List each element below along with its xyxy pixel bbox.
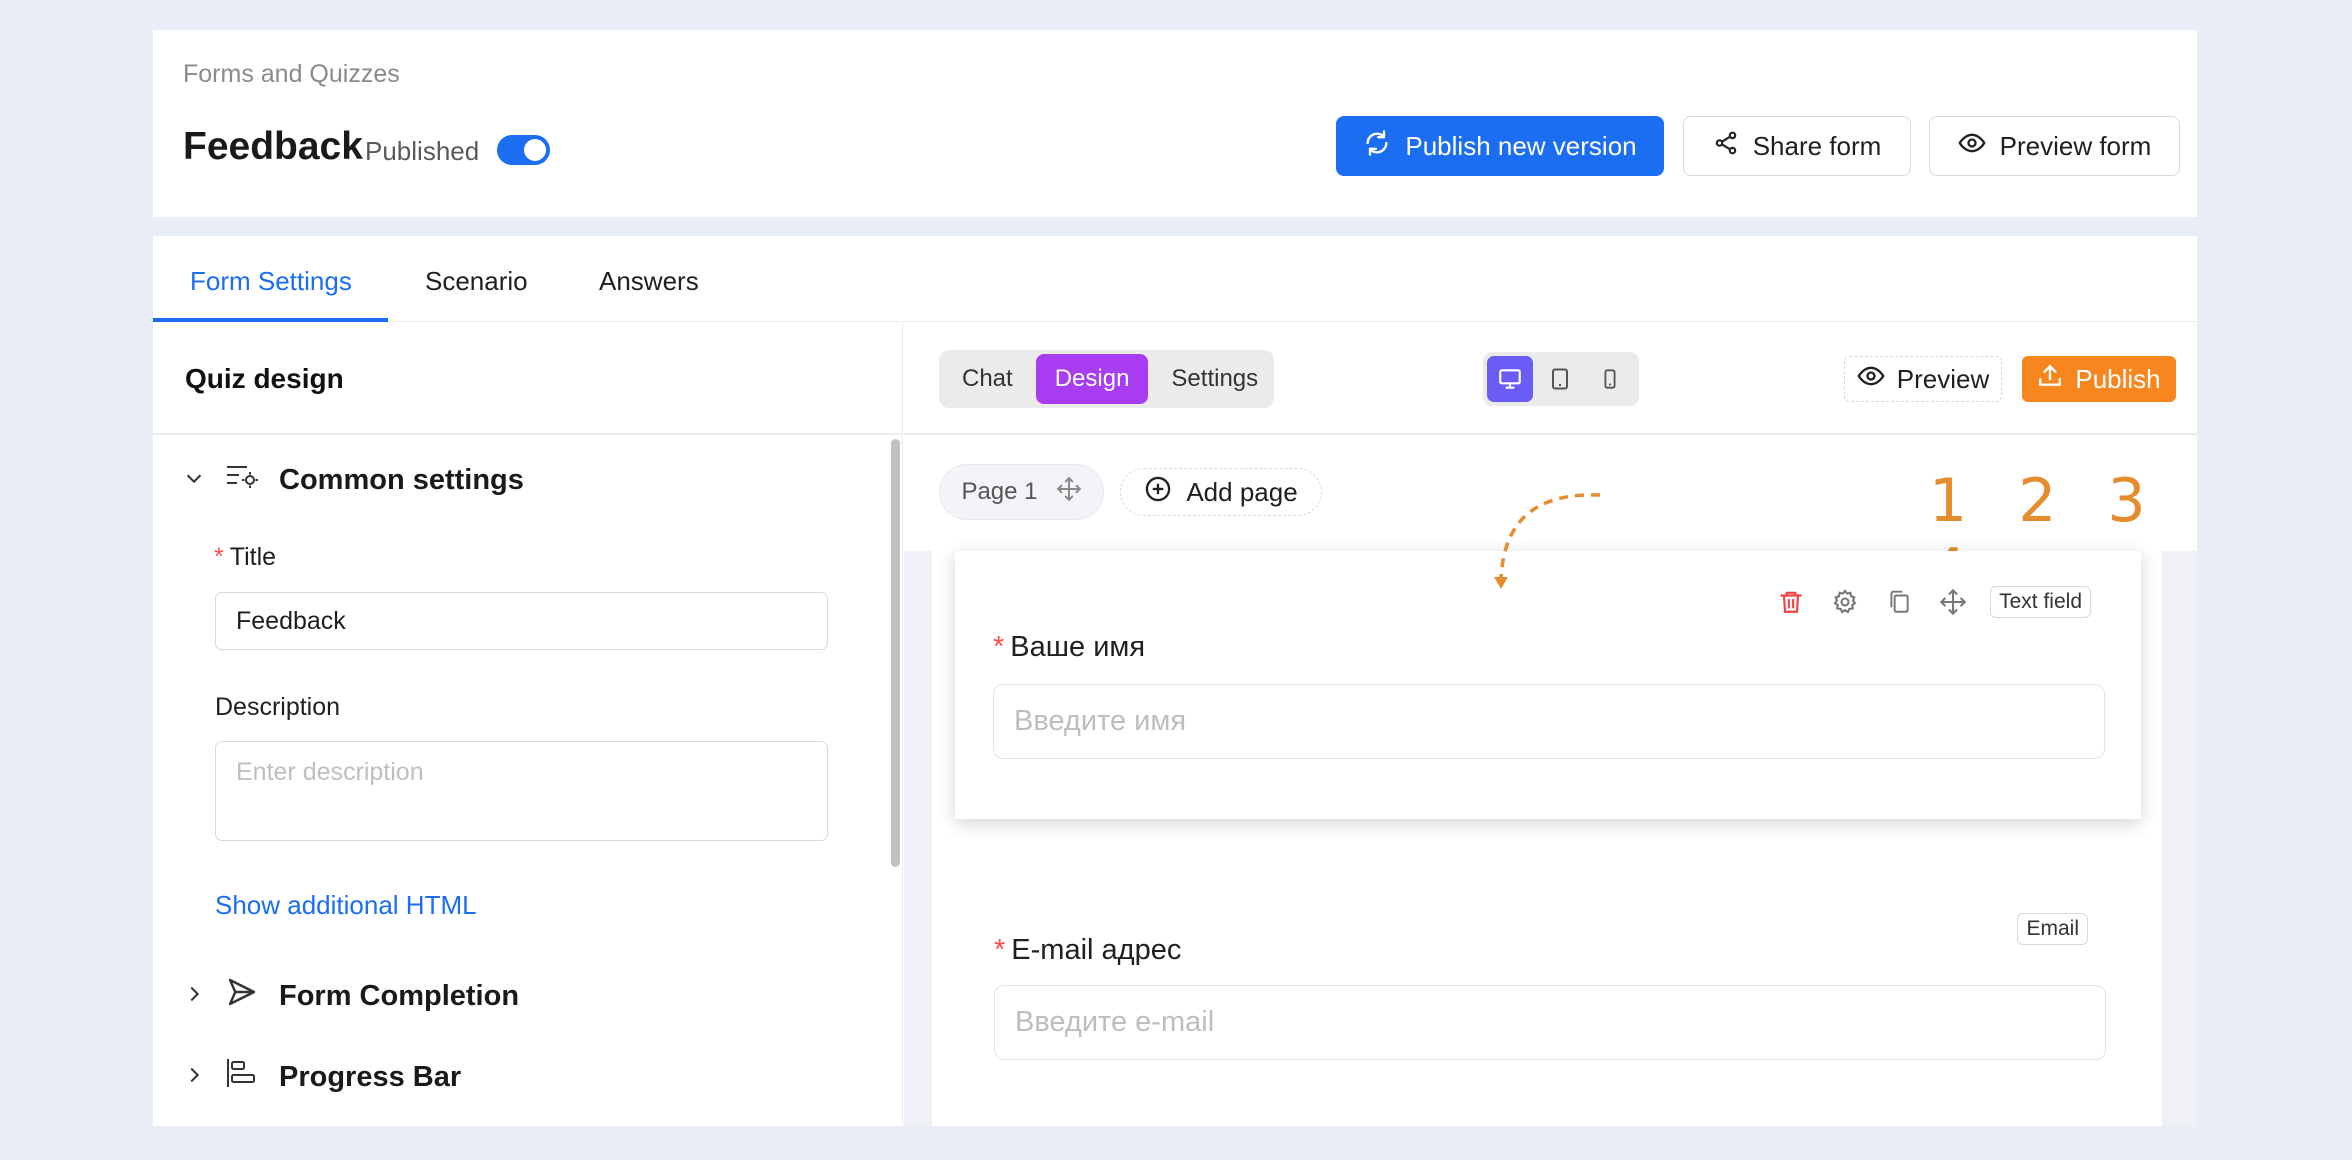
chevron-down-icon <box>183 464 205 497</box>
quiz-design-title: Quiz design <box>185 363 344 394</box>
add-page-button[interactable]: Add page <box>1120 468 1322 516</box>
form-completion-label: Form Completion <box>279 979 520 1012</box>
settings-list-icon <box>225 461 259 499</box>
device-switch <box>1483 352 1639 406</box>
annotation-arrow <box>1494 493 1601 589</box>
field-toolbar: Text field <box>1774 585 2091 619</box>
email-input[interactable]: Введите e-mail <box>994 985 2106 1060</box>
plus-circle-icon <box>1144 475 1172 510</box>
move-icon[interactable] <box>1056 476 1082 509</box>
name-input[interactable]: Введите имя <box>993 684 2105 759</box>
email-question-text: E-mail адрес <box>1011 934 1182 966</box>
publish-new-version-button[interactable]: Publish new version <box>1336 116 1664 176</box>
field-type-tag: Email <box>2017 913 2088 945</box>
share-form-button[interactable]: Share form <box>1683 116 1911 176</box>
description-textarea[interactable]: Enter description <box>215 741 828 841</box>
divider <box>153 433 903 435</box>
email-question-label: * E-mail адрес <box>994 934 1181 967</box>
tab-scenario[interactable]: Scenario <box>425 266 528 297</box>
field-type-tag: Text field <box>1990 586 2091 618</box>
scrollbar[interactable] <box>891 439 900 867</box>
preview-form-button[interactable]: Preview form <box>1929 116 2180 176</box>
breadcrumb[interactable]: Forms and Quizzes <box>183 60 400 89</box>
page-tab-label: Page 1 <box>961 478 1038 505</box>
divider <box>904 433 2197 435</box>
share-form-label: Share form <box>1752 130 1882 161</box>
progress-bar-header[interactable]: Progress Bar <box>183 1057 461 1097</box>
mode-switch: Chat Design Settings <box>939 350 1274 408</box>
form-completion-header[interactable]: Form Completion <box>183 976 519 1016</box>
mobile-icon[interactable] <box>1587 356 1633 402</box>
eye-icon <box>1958 129 1986 164</box>
published-label: Published <box>365 136 480 166</box>
show-additional-html-link[interactable]: Show additional HTML <box>215 890 477 921</box>
mode-design[interactable]: Design <box>1035 354 1149 404</box>
common-settings-header[interactable]: Common settings <box>183 461 524 499</box>
title-label: * Title <box>214 543 276 572</box>
description-label: Description <box>215 693 341 721</box>
refresh-icon <box>1363 129 1391 164</box>
required-mark: * <box>214 543 224 571</box>
mode-chat[interactable]: Chat <box>943 354 1032 404</box>
copy-icon[interactable] <box>1882 585 1916 619</box>
chevron-right-icon <box>183 1061 205 1094</box>
title-input[interactable]: Feedback <box>215 592 828 650</box>
left-settings-panel: Quiz design Common settings * Title Feedb… <box>153 323 903 1126</box>
publish-label: Publish <box>2075 363 2161 394</box>
page-title: Feedback <box>183 125 363 168</box>
header-card: Forms and Quizzes Feedback Published Pub… <box>153 30 2197 217</box>
common-settings-label: Common settings <box>279 463 524 496</box>
trash-icon[interactable] <box>1774 585 1808 619</box>
mode-settings[interactable]: Settings <box>1152 354 1277 404</box>
tablet-icon[interactable] <box>1537 356 1583 402</box>
editor-panel: Chat Design Settings Preview Publish Pag… <box>904 323 2197 1126</box>
tab-answers[interactable]: Answers <box>599 266 699 297</box>
move-icon[interactable] <box>1936 585 1970 619</box>
required-mark: * <box>993 631 1005 663</box>
progress-bar-label: Progress Bar <box>279 1060 462 1093</box>
desktop-icon[interactable] <box>1487 356 1533 402</box>
preview-label: Preview <box>1896 363 1990 394</box>
form-canvas: Email * E-mail адрес Введите e-mail Text… <box>904 551 2197 1126</box>
toggle-knob <box>524 139 546 161</box>
preview-button[interactable]: Preview <box>1844 356 2002 402</box>
tabs-bar: Form Settings Scenario Answers <box>153 236 2197 322</box>
gear-icon[interactable] <box>1828 585 1862 619</box>
send-icon <box>225 976 259 1016</box>
published-toggle[interactable] <box>497 135 550 165</box>
active-tab-indicator <box>153 318 388 322</box>
add-page-label: Add page <box>1186 476 1298 507</box>
required-mark: * <box>994 934 1006 966</box>
chevron-right-icon <box>183 980 205 1013</box>
page-tab[interactable]: Page 1 <box>939 464 1104 520</box>
upload-icon <box>2037 363 2063 396</box>
preview-form-label: Preview form <box>1999 130 2152 161</box>
title-label-text: Title <box>229 543 277 571</box>
main-card: Form Settings Scenario Answers Quiz desi… <box>153 236 2197 1126</box>
tab-form-settings[interactable]: Form Settings <box>190 266 352 297</box>
share-icon <box>1713 130 1739 163</box>
name-question-text: Ваше имя <box>1010 631 1146 663</box>
bars-icon <box>225 1057 259 1097</box>
eye-icon <box>1857 362 1885 397</box>
publish-button[interactable]: Publish <box>2022 356 2176 402</box>
publish-new-version-label: Publish new version <box>1405 130 1637 161</box>
name-question-label: * Ваше имя <box>993 631 1145 664</box>
